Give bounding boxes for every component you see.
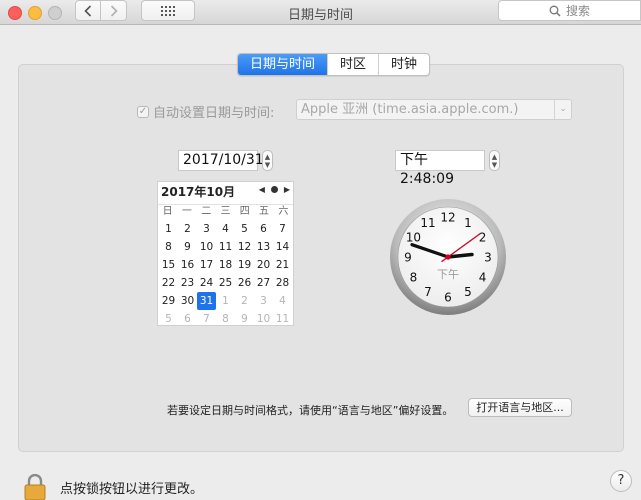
calendar-day[interactable]: 11: [273, 310, 292, 328]
help-button[interactable]: ?: [610, 470, 632, 492]
tab-clock[interactable]: 时钟: [378, 54, 429, 75]
open-language-region-button[interactable]: 打开语言与地区...: [468, 398, 572, 417]
date-field[interactable]: 2017/10/31: [178, 150, 264, 171]
calendar-day[interactable]: 25: [216, 274, 235, 292]
calendar-day[interactable]: 5: [159, 310, 178, 328]
lock-text: 点按锁按钮以进行更改。: [60, 481, 204, 497]
calendar-day[interactable]: 7: [197, 310, 216, 328]
calendar-day[interactable]: 4: [273, 292, 292, 310]
calendar-day[interactable]: 10: [197, 238, 216, 256]
weekday: 四: [239, 206, 250, 217]
calendar-day[interactable]: 9: [178, 238, 197, 256]
calendar-day[interactable]: 15: [159, 256, 178, 274]
calendar-day[interactable]: 30: [178, 292, 197, 310]
clock-ampm: 下午: [437, 268, 459, 281]
format-hint: 若要设定日期与时间格式，请使用“语言与地区”偏好设置。: [167, 404, 454, 417]
chevron-down-icon: ⌄: [554, 100, 571, 119]
calendar-day[interactable]: 19: [235, 256, 254, 274]
clock-numeral: 11: [420, 216, 435, 230]
search-placeholder: 搜索: [565, 4, 590, 18]
title-bar: 日期与时间 搜索: [0, 0, 641, 25]
time-field[interactable]: 下午 2:48:09: [395, 150, 485, 187]
next-month-icon[interactable]: ▶: [284, 185, 290, 194]
calendar-day[interactable]: 22: [159, 274, 178, 292]
date-stepper[interactable]: ▲ ▼: [262, 150, 273, 171]
calendar-day[interactable]: 8: [159, 238, 178, 256]
calendar-day[interactable]: 28: [273, 274, 292, 292]
calendar-day[interactable]: 11: [216, 238, 235, 256]
calendar-day-selected[interactable]: 31: [197, 292, 216, 310]
weekday: 二: [201, 206, 212, 217]
clock-numeral: 7: [424, 285, 432, 299]
clock-center: [445, 254, 451, 260]
lock-row: 点按锁按钮以进行更改。: [24, 474, 203, 500]
calendar: 2017年10月 ◀ ▶ 日 一 二 三 四 五 六 1 2 3 4 5 6 7 8 9 10 11…: [157, 181, 294, 326]
clock-numeral: 9: [404, 251, 412, 265]
calendar-day[interactable]: 1: [216, 292, 235, 310]
calendar-day[interactable]: 3: [254, 292, 273, 310]
calendar-day[interactable]: 7: [273, 220, 292, 238]
tab-date-time[interactable]: 日期与时间: [238, 54, 328, 75]
calendar-day[interactable]: 2: [235, 292, 254, 310]
calendar-day[interactable]: 24: [197, 274, 216, 292]
search-field[interactable]: 搜索: [498, 0, 641, 21]
clock-numeral: 8: [410, 271, 418, 285]
calendar-day[interactable]: 3: [197, 220, 216, 238]
calendar-month-label: 2017年10月: [161, 185, 236, 199]
search-icon: [549, 5, 561, 17]
calendar-day[interactable]: 2: [178, 220, 197, 238]
calendar-day[interactable]: 10: [254, 310, 273, 328]
lock-icon[interactable]: [24, 474, 46, 500]
clock-numeral: 2: [479, 231, 487, 245]
auto-set-label: 自动设置日期与时间:: [153, 106, 275, 121]
analog-clock: 12 12 3 45678 9 1011 下午: [390, 199, 506, 315]
calendar-day[interactable]: 6: [254, 220, 273, 238]
auto-set-checkbox[interactable]: ✓: [137, 105, 149, 118]
time-stepper[interactable]: ▲ ▼: [489, 150, 500, 171]
calendar-day[interactable]: 26: [235, 274, 254, 292]
today-icon[interactable]: [270, 186, 278, 193]
calendar-day[interactable]: 5: [235, 220, 254, 238]
calendar-day[interactable]: 16: [178, 256, 197, 274]
calendar-day[interactable]: 12: [235, 238, 254, 256]
weekday: 三: [220, 206, 231, 217]
tab-bar: 日期与时间 时区 时钟: [237, 53, 431, 76]
calendar-nav: ◀ ▶: [259, 185, 290, 194]
calendar-day[interactable]: 17: [197, 256, 216, 274]
calendar-day[interactable]: 23: [178, 274, 197, 292]
calendar-days: 1 2 3 4 5 6 7 8 9 10 11 12 13 14 15 16 17 18 19 20 21 22 23 24 2…: [159, 220, 292, 328]
calendar-day[interactable]: 9: [235, 310, 254, 328]
auto-set-row: ✓ 自动设置日期与时间:: [137, 102, 274, 121]
calendar-day[interactable]: 13: [254, 238, 273, 256]
previous-month-icon[interactable]: ◀: [259, 185, 265, 194]
clock-numeral: 12: [440, 211, 455, 225]
calendar-day[interactable]: 8: [216, 310, 235, 328]
tab-time-zone[interactable]: 时区: [327, 54, 378, 75]
calendar-day[interactable]: 20: [254, 256, 273, 274]
settings-panel: [18, 64, 624, 452]
clock-numeral: 5: [464, 285, 472, 299]
weekday: 五: [259, 206, 270, 217]
calendar-day[interactable]: 1: [159, 220, 178, 238]
time-server-value: Apple 亚洲 (time.asia.apple.com.): [301, 102, 519, 117]
clock-numeral: 4: [479, 271, 487, 285]
weekday: 一: [181, 206, 192, 217]
calendar-day[interactable]: 14: [273, 238, 292, 256]
calendar-day[interactable]: 6: [178, 310, 197, 328]
clock-numeral: 1: [464, 216, 472, 230]
calendar-day[interactable]: 27: [254, 274, 273, 292]
calendar-day[interactable]: 4: [216, 220, 235, 238]
weekday: 六: [278, 206, 289, 217]
clock-numeral: 6: [444, 291, 452, 305]
weekday-header: 日 一 二 三 四 五 六: [158, 204, 293, 219]
weekday: 日: [162, 206, 173, 217]
clock-numeral: 10: [406, 231, 421, 245]
calendar-day[interactable]: 29: [159, 292, 178, 310]
calendar-day[interactable]: 21: [273, 256, 292, 274]
calendar-day[interactable]: 18: [216, 256, 235, 274]
time-server-select[interactable]: Apple 亚洲 (time.asia.apple.com.) ⌄: [296, 99, 572, 120]
clock-numeral: 3: [484, 251, 492, 265]
